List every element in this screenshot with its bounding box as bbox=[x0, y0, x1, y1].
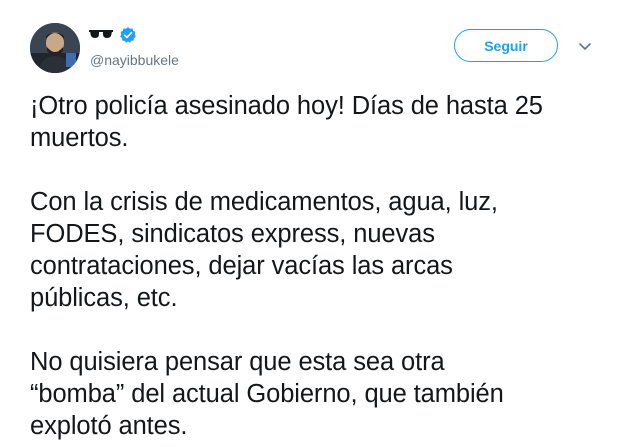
follow-button[interactable]: Seguir bbox=[454, 29, 558, 62]
avatar[interactable] bbox=[30, 23, 80, 73]
tweet-text-line: públicas, etc. bbox=[30, 284, 178, 312]
tweet-paragraph: Con la crisis de medicamentos, agua, luz… bbox=[30, 186, 620, 314]
tweet-text-line: No quisiera pensar que esta sea otra bbox=[30, 348, 445, 376]
tweet-text-line: Con la crisis de medicamentos, agua, luz… bbox=[30, 188, 498, 216]
tweet-text-line: FODES, sindicatos express, nuevas bbox=[30, 220, 435, 248]
tweet-text: ¡Otro policía asesinado hoy! Días de has… bbox=[30, 90, 620, 442]
sunglasses-icon bbox=[89, 29, 113, 41]
chevron-down-icon[interactable] bbox=[578, 39, 592, 53]
verified-badge-icon bbox=[119, 26, 137, 44]
tweet-text-line: contrataciones, dejar vacías las arcas bbox=[30, 252, 453, 280]
tweet-paragraph: ¡Otro policía asesinado hoy! Días de has… bbox=[30, 90, 620, 154]
tweet-text-line: explotó antes. bbox=[30, 412, 188, 440]
tweet-paragraph: No quisiera pensar que esta sea otra “bo… bbox=[30, 346, 620, 442]
user-handle[interactable]: @nayibbukele bbox=[90, 52, 179, 68]
tweet-card: @nayibbukele Seguir ¡Otro policía asesin… bbox=[0, 0, 627, 447]
tweet-text-line: muertos. bbox=[30, 124, 129, 152]
tweet-text-line: “bomba” del actual Gobierno, que también bbox=[30, 380, 504, 408]
tweet-text-line: ¡Otro policía asesinado hoy! Días de has… bbox=[30, 92, 543, 120]
display-name[interactable] bbox=[89, 24, 137, 46]
